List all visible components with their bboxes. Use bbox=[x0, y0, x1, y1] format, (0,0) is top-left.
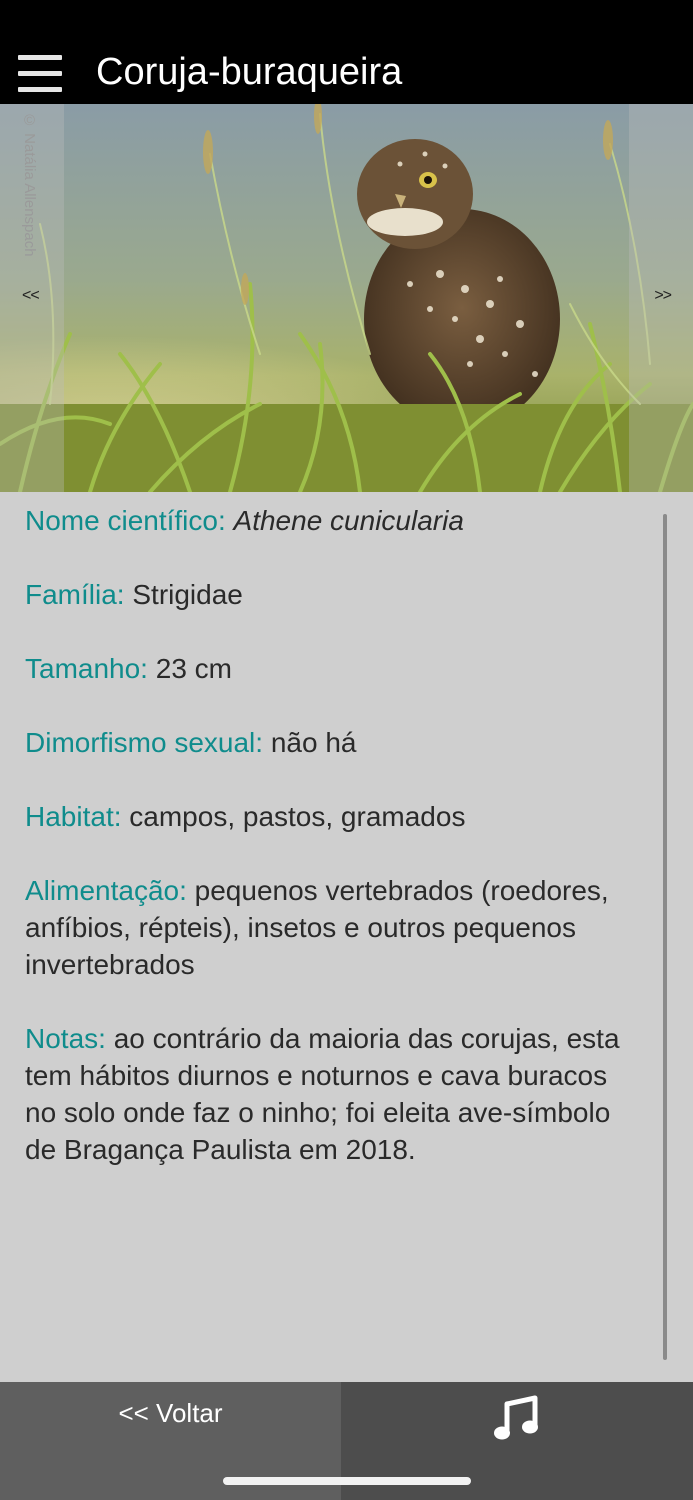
next-arrow: >> bbox=[654, 287, 672, 304]
field-label: Habitat: bbox=[25, 801, 122, 832]
species-info: Nome científico: Athene cunicularia Famí… bbox=[25, 502, 645, 1205]
next-photo-button[interactable]: >> bbox=[629, 104, 693, 492]
info-diet: Alimentação: pequenos vertebrados (roedo… bbox=[25, 872, 645, 983]
photo-credit: © Natália Allenspach bbox=[21, 112, 38, 257]
music-note-icon bbox=[494, 1395, 538, 1440]
bird-photo: © Natália Allenspach << >> bbox=[0, 104, 693, 492]
menu-line bbox=[18, 87, 62, 92]
field-label: Família: bbox=[25, 579, 125, 610]
home-indicator[interactable] bbox=[223, 1477, 471, 1485]
back-button-label: << Voltar bbox=[118, 1398, 223, 1428]
species-info-panel[interactable]: Nome científico: Athene cunicularia Famí… bbox=[0, 492, 693, 1382]
info-scientific-name: Nome científico: Athene cunicularia bbox=[25, 502, 645, 539]
field-value: não há bbox=[270, 727, 357, 758]
previous-photo-button[interactable]: © Natália Allenspach << bbox=[0, 104, 64, 492]
info-family: Família: Strigidae bbox=[25, 576, 645, 613]
field-label: Dimorfismo sexual: bbox=[25, 727, 264, 758]
previous-arrow: << bbox=[22, 287, 40, 304]
field-label: Notas: bbox=[25, 1023, 106, 1054]
info-dimorphism: Dimorfismo sexual: não há bbox=[25, 724, 645, 761]
info-notes: Notas: ao contrário da maioria das coruj… bbox=[25, 1020, 645, 1168]
menu-line bbox=[18, 55, 62, 60]
field-value: ao contrário da maioria das corujas, est… bbox=[25, 1023, 620, 1165]
scrollbar[interactable] bbox=[663, 514, 667, 1360]
field-value: Athene cunicularia bbox=[233, 505, 464, 536]
field-value: campos, pastos, gramados bbox=[129, 801, 466, 832]
field-label: Alimentação: bbox=[25, 875, 187, 906]
field-label: Tamanho: bbox=[25, 653, 148, 684]
page-title: Coruja-buraqueira bbox=[96, 51, 403, 93]
field-label: Nome científico: bbox=[25, 505, 226, 536]
field-value: 23 cm bbox=[155, 653, 232, 684]
menu-line bbox=[18, 71, 62, 76]
hamburger-menu-icon[interactable] bbox=[18, 53, 62, 95]
app-header: Coruja-buraqueira bbox=[0, 0, 693, 104]
info-size: Tamanho: 23 cm bbox=[25, 650, 645, 687]
owl-photo-image bbox=[0, 104, 693, 492]
field-value: Strigidae bbox=[132, 579, 243, 610]
info-habitat: Habitat: campos, pastos, gramados bbox=[25, 798, 645, 835]
